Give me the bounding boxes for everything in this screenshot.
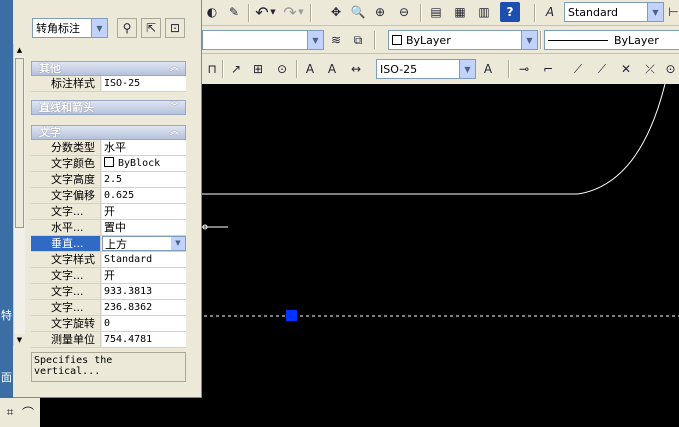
color-swatch-icon xyxy=(392,34,402,45)
text-style-combo[interactable]: Standard ▼ xyxy=(564,2,664,22)
layer-previous-icon[interactable]: ⧉ xyxy=(348,30,368,50)
quick-leader-icon[interactable]: ↗ xyxy=(226,59,246,79)
expand-chevron-icon[interactable]: ︾ xyxy=(170,101,179,114)
undo-dropdown-icon[interactable]: ▼ xyxy=(268,2,278,22)
property-row-text-style[interactable]: 文字样式 Standard xyxy=(31,252,186,268)
center-mark-icon[interactable]: ⊙ xyxy=(272,59,292,79)
scroll-up-icon[interactable]: ▲ xyxy=(14,44,25,56)
object-type-combo[interactable]: 转角标注 ▼ xyxy=(32,18,108,38)
color-combo[interactable]: ByLayer ▼ xyxy=(388,30,538,50)
section-header-text[interactable]: 文字 ︽ xyxy=(31,125,186,140)
property-row-text-outside[interactable]: 文字... 开 xyxy=(31,204,186,220)
properties-palette: 特 面 转角标注 ▼ ⚲ ⇱ ⊡ ▲ ▼ 其他 ︽ 标注样式 ISO-25 直线… xyxy=(0,0,202,398)
modify-icon[interactable]: ⌗ xyxy=(0,402,20,422)
collapse-chevron-icon[interactable]: ︽ xyxy=(170,62,179,75)
strip-text-top: 特 xyxy=(1,309,12,322)
fillet-icon[interactable]: ⌒ xyxy=(18,402,38,422)
scroll-thumb[interactable] xyxy=(15,58,24,228)
property-row-dimstyle[interactable]: 标注样式 ISO-25 xyxy=(31,76,186,92)
toolbar-row-3: ⊓ ↗ ⊞ ⊙ A A ↔ ISO-25 ▼ A ⊸ ⌐ ⟋ ⟋ ✕ ⤫ ⊙ xyxy=(202,54,679,84)
zoom-window-icon[interactable]: ⊕ xyxy=(370,2,390,22)
text-style-value: Standard xyxy=(568,5,619,19)
section-header-other[interactable]: 其他 ︽ xyxy=(31,61,186,76)
property-description: Specifies the vertical... xyxy=(31,352,186,382)
linetype-combo[interactable]: ByLayer xyxy=(544,30,679,50)
chevron-down-icon[interactable]: ▼ xyxy=(171,237,185,250)
vertical-position-select[interactable]: 上方 ▼ xyxy=(102,236,186,251)
dim-text-edit-icon[interactable]: A xyxy=(322,59,342,79)
help-icon[interactable]: ? xyxy=(500,2,520,22)
select-objects-icon[interactable]: ⇱ xyxy=(141,18,161,38)
toolbar-row-2: ▼ ≋ ⧉ ByLayer ▼ ByLayer xyxy=(202,26,679,54)
zoom-realtime-icon[interactable]: 🔍 xyxy=(348,2,368,22)
redo-dropdown-icon[interactable]: ▼ xyxy=(296,2,306,22)
grip-square[interactable] xyxy=(286,310,297,321)
quick-select-icon[interactable]: ⊡ xyxy=(165,18,185,38)
property-row-text-offset[interactable]: 文字偏移 0.625 xyxy=(31,188,186,204)
property-row-text-color[interactable]: 文字颜色 ByBlock xyxy=(31,156,186,172)
property-row-text-height[interactable]: 文字高度 2.5 xyxy=(31,172,186,188)
property-row-measurement[interactable]: 测量单位 754.4781 xyxy=(31,332,186,348)
section-header-lines-arrows[interactable]: 直线和箭头 ︾ xyxy=(31,100,186,115)
strip-text-bottom: 面 xyxy=(1,371,12,384)
properties-icon[interactable]: ▤ xyxy=(426,2,446,22)
match-properties-icon[interactable]: ◐ xyxy=(202,2,222,22)
snap-intersection-icon[interactable]: ⟋ xyxy=(592,59,612,79)
dim-update-icon[interactable]: ↔ xyxy=(346,59,366,79)
chevron-down-icon: ▼ xyxy=(647,3,663,21)
toolbar-row-1: ◐ ✎ ↶ ▼ ↷ ▼ ✥ 🔍 ⊕ ⊖ ▤ ▦ ▥ ? A Standard ▼… xyxy=(202,0,679,26)
text-style-icon[interactable]: A xyxy=(540,2,560,22)
linetype-preview-line xyxy=(548,39,608,41)
snap-midpoint-icon[interactable]: ⟋ xyxy=(568,59,588,79)
dim-continue-icon[interactable]: ⊓ xyxy=(202,59,222,79)
dimstyle-value: ISO-25 xyxy=(380,62,418,76)
property-row-fraction-type[interactable]: 分数类型 水平 xyxy=(31,140,186,156)
layer-combo[interactable]: ▼ xyxy=(202,30,324,50)
snap-endpoint-icon[interactable]: ⊸ xyxy=(514,59,534,79)
chevron-down-icon: ▼ xyxy=(307,31,323,49)
property-row-horizontal-position[interactable]: 水平... 置中 xyxy=(31,220,186,236)
bottom-tool-strip: ⌗ ⌒ xyxy=(0,398,40,427)
dimension-style-manager-icon[interactable]: A xyxy=(478,59,498,79)
linetype-value: ByLayer xyxy=(614,33,659,47)
design-center-icon[interactable]: ▦ xyxy=(450,2,470,22)
snap-nearest-icon[interactable]: ⤫ xyxy=(640,59,660,79)
scroll-down-icon[interactable]: ▼ xyxy=(14,334,25,346)
dimstyle-combo[interactable]: ISO-25 ▼ xyxy=(376,59,476,79)
snap-center-icon[interactable]: ⊙ xyxy=(662,59,679,79)
tool-palettes-icon[interactable]: ▥ xyxy=(474,2,494,22)
color-value: ByLayer xyxy=(406,33,451,47)
zoom-previous-icon[interactable]: ⊖ xyxy=(394,2,414,22)
layer-states-icon[interactable]: ≋ xyxy=(326,30,346,50)
pencil-icon[interactable]: ✎ xyxy=(224,2,244,22)
palette-scrollbar[interactable]: ▲ ▼ xyxy=(13,44,25,346)
property-row-text-rotation[interactable]: 文字旋转 0 xyxy=(31,316,186,332)
snap-apparent-intersection-icon[interactable]: ✕ xyxy=(616,59,636,79)
chevron-down-icon: ▼ xyxy=(91,19,107,37)
tolerance-icon[interactable]: ⊞ xyxy=(248,59,268,79)
color-swatch-icon xyxy=(104,157,114,167)
palette-title-strip[interactable]: 特 面 xyxy=(0,0,13,398)
chevron-down-icon: ▼ xyxy=(459,60,475,78)
property-row-text-position-x[interactable]: 文字... 933.3813 xyxy=(31,284,186,300)
dim-edit-icon[interactable]: A xyxy=(300,59,320,79)
property-row-text-inside[interactable]: 文字... 开 xyxy=(31,268,186,284)
toggle-pickadd-icon[interactable]: ⚲ xyxy=(117,18,137,38)
property-row-text-position-y[interactable]: 文字... 236.8362 xyxy=(31,300,186,316)
snap-extension-icon[interactable]: ⌐ xyxy=(538,59,558,79)
pan-icon[interactable]: ✥ xyxy=(326,2,346,22)
collapse-chevron-icon[interactable]: ︽ xyxy=(170,126,179,139)
object-type-value: 转角标注 xyxy=(36,22,80,35)
dimension-style-icon[interactable]: ⊢ xyxy=(668,2,679,22)
chevron-down-icon: ▼ xyxy=(521,31,537,49)
property-row-vertical-position[interactable]: 垂直... 上方 ▼ xyxy=(31,236,186,252)
